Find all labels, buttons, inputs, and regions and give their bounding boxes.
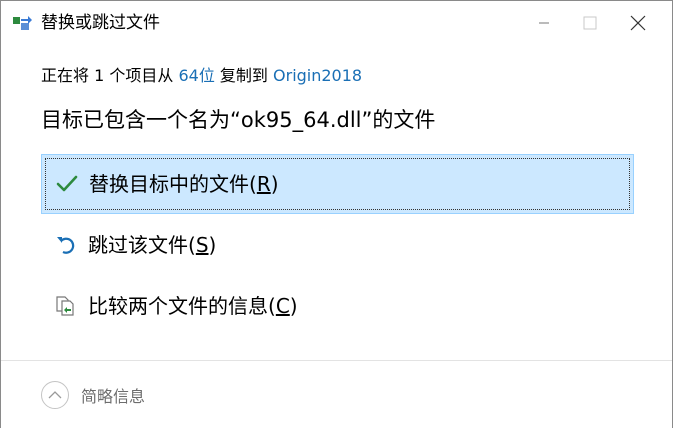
compare-files-icon <box>55 295 77 317</box>
minimize-icon <box>538 22 549 24</box>
compare-option-label: 比较两个文件的信息(C) <box>88 294 298 318</box>
minimize-button[interactable] <box>521 1 566 45</box>
close-button[interactable] <box>615 1 660 45</box>
maximize-icon <box>583 16 596 30</box>
chevron-up-icon <box>41 381 69 409</box>
source-folder-link[interactable]: 64位 <box>178 66 214 85</box>
file-move-icon <box>13 15 33 31</box>
skip-file-option[interactable]: 跳过该文件(S) <box>41 216 632 274</box>
destination-folder-link[interactable]: Origin2018 <box>273 66 362 85</box>
undo-arrow-icon <box>55 234 77 256</box>
copy-status: 正在将 1 个项目从 64位 复制到 Origin2018 <box>41 65 362 87</box>
close-icon <box>630 15 645 31</box>
dialog-footer: 简略信息 <box>1 360 672 428</box>
replace-file-option[interactable]: 替换目标中的文件(R) <box>41 154 634 214</box>
conflict-headline: 目标已包含一个名为“ok95_64.dll”的文件 <box>41 108 436 132</box>
status-middle: 复制到 <box>214 66 274 85</box>
compare-files-option[interactable]: 比较两个文件的信息(C) <box>41 277 632 335</box>
fewer-details-toggle[interactable]: 简略信息 <box>41 381 145 409</box>
title-bar[interactable]: 替换或跳过文件 <box>1 1 672 45</box>
fewer-details-label: 简略信息 <box>81 387 146 406</box>
skip-option-label: 跳过该文件(S) <box>88 233 217 257</box>
window-title: 替换或跳过文件 <box>41 13 160 33</box>
replace-option-label: 替换目标中的文件(R) <box>89 172 279 196</box>
maximize-button[interactable] <box>567 1 612 45</box>
replace-skip-dialog: 替换或跳过文件 正在将 1 个项目从 64位 复制到 Origin2018 目标… <box>0 0 673 428</box>
checkmark-icon <box>56 173 78 195</box>
status-prefix: 正在将 1 个项目从 <box>41 66 179 85</box>
